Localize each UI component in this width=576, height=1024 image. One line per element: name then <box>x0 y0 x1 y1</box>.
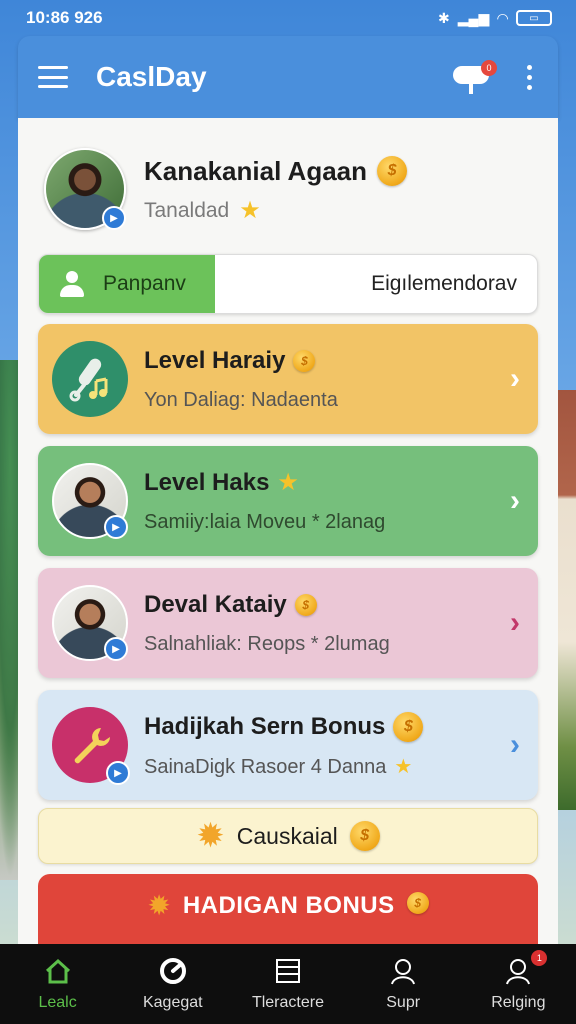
bluetooth-icon: ✱ <box>438 9 450 26</box>
card-title: Level Haraiy <box>144 346 286 374</box>
card-title: Hadijkah Sern Bonus <box>144 712 386 740</box>
chevron-right-icon: › <box>510 728 520 761</box>
nav-item-gauge[interactable]: Kagegat <box>118 956 228 1012</box>
nav-badge: 1 <box>531 950 548 966</box>
chevron-right-icon: › <box>510 606 520 639</box>
banner-label: Causkaial <box>236 822 338 849</box>
nav-item-profile[interactable]: 1 Relging <box>463 950 573 1012</box>
coin-icon: $ <box>377 156 408 186</box>
avatar: ▶ <box>52 585 128 661</box>
segment-left-label: Panpanv <box>103 272 186 295</box>
play-icon: ▶ <box>104 515 128 539</box>
status-time: 10:86 926 <box>26 8 103 27</box>
card-subtitle: Salnahliak: Reops * 2lumag <box>144 632 390 655</box>
chevron-right-icon: › <box>510 484 520 517</box>
signal-icon: ▂▄▆ <box>457 9 490 26</box>
app-bar: CaslDay 0 <box>18 36 558 118</box>
profile-header[interactable]: ▶ Kanakanial Agaan $ Tanaldad ★ <box>44 148 408 230</box>
segment-left[interactable]: Panpanv <box>39 255 215 313</box>
coin-icon: $ <box>406 892 429 914</box>
person-icon <box>388 956 418 986</box>
home-icon <box>43 956 73 986</box>
avatar[interactable]: ▶ <box>44 148 126 230</box>
segment-right[interactable]: Eigılemendorav <box>215 255 537 313</box>
card-subtitle: SainaDigk Rasoer 4 Danna <box>144 755 387 778</box>
user-icon <box>59 271 85 297</box>
segment-right-label: Eigılemendorav <box>371 272 517 295</box>
wrench-icon: ▶ <box>52 707 130 785</box>
play-icon: ▶ <box>102 206 126 230</box>
status-icons: ✱ ▂▄▆ ◠ ▭ <box>438 10 552 27</box>
nav-label: Lealc <box>38 994 77 1011</box>
sun-icon: ✹ <box>196 817 225 855</box>
bottom-navigation: Lealc Kagegat Tleractere Supr 1 Relging <box>0 944 576 1024</box>
card-title: Level Haks <box>144 468 270 496</box>
nav-item-list[interactable]: Tleractere <box>233 956 343 1012</box>
level-card-1[interactable]: Level Haraiy $ Yon Daliag: Nadaenta › <box>38 324 538 434</box>
main-panel: ▶ Kanakanial Agaan $ Tanaldad ★ Panpanv … <box>18 118 558 944</box>
level-card-3[interactable]: ▶ Deval Kataiy $ Salnahliak: Reops * 2lu… <box>38 568 538 678</box>
notification-badge: 0 <box>481 60 497 76</box>
microphone-music-icon <box>52 341 128 417</box>
segmented-control: Panpanv Eigılemendorav <box>38 254 538 314</box>
toggle-notification-icon[interactable]: 0 <box>453 60 497 94</box>
star-icon: ★ <box>277 468 299 496</box>
star-icon: ★ <box>394 756 413 778</box>
nav-item-person[interactable]: Supr <box>348 956 458 1012</box>
coin-icon: $ <box>293 349 316 372</box>
status-bar: 10:86 926 ✱ ▂▄▆ ◠ ▭ <box>0 0 576 36</box>
chevron-right-icon: › <box>510 362 520 395</box>
nav-label: Supr <box>386 994 421 1011</box>
avatar: ▶ <box>52 463 128 539</box>
coin-icon: $ <box>294 593 317 616</box>
more-options-icon[interactable] <box>521 64 538 90</box>
profile-name: Kanakanial Agaan <box>144 155 368 186</box>
nav-label: Relging <box>491 994 546 1011</box>
coin-icon: $ <box>349 821 380 851</box>
bonus-banner-label: HADIGAN BONUS <box>182 892 395 919</box>
card-subtitle: Yon Daliag: Nadaenta <box>144 388 338 411</box>
coin-icon: $ <box>393 711 424 742</box>
star-icon: ★ <box>239 196 261 224</box>
card-subtitle: Samiiy:laia Moveu * 2lanag <box>144 510 386 533</box>
level-card-2[interactable]: ▶ Level Haks ★ Samiiy:laia Moveu * 2lana… <box>38 446 538 556</box>
nav-label: Kagegat <box>142 994 203 1011</box>
play-icon: ▶ <box>106 761 130 785</box>
gauge-icon <box>158 956 188 986</box>
bonus-card[interactable]: ▶ Hadijkah Sern Bonus $ SainaDigk Rasoer… <box>38 690 538 800</box>
profile-icon <box>503 956 533 986</box>
nav-label: Tleractere <box>251 994 324 1011</box>
app-title: CaslDay <box>96 61 207 92</box>
bonus-banner[interactable]: ✹ HADIGAN BONUS $ <box>38 874 538 944</box>
battery-icon: ▭ <box>516 10 552 26</box>
profile-subtitle: Tanaldad <box>144 198 230 222</box>
nav-item-home[interactable]: Lealc <box>3 956 113 1012</box>
list-icon <box>273 956 303 986</box>
menu-icon[interactable] <box>38 66 68 88</box>
causkaial-banner[interactable]: ✹ Causkaial $ <box>38 808 538 864</box>
sun-icon: ✹ <box>147 890 171 921</box>
card-title: Deval Kataiy <box>144 590 287 618</box>
play-icon: ▶ <box>104 637 128 661</box>
wifi-icon: ◠ <box>497 9 508 26</box>
